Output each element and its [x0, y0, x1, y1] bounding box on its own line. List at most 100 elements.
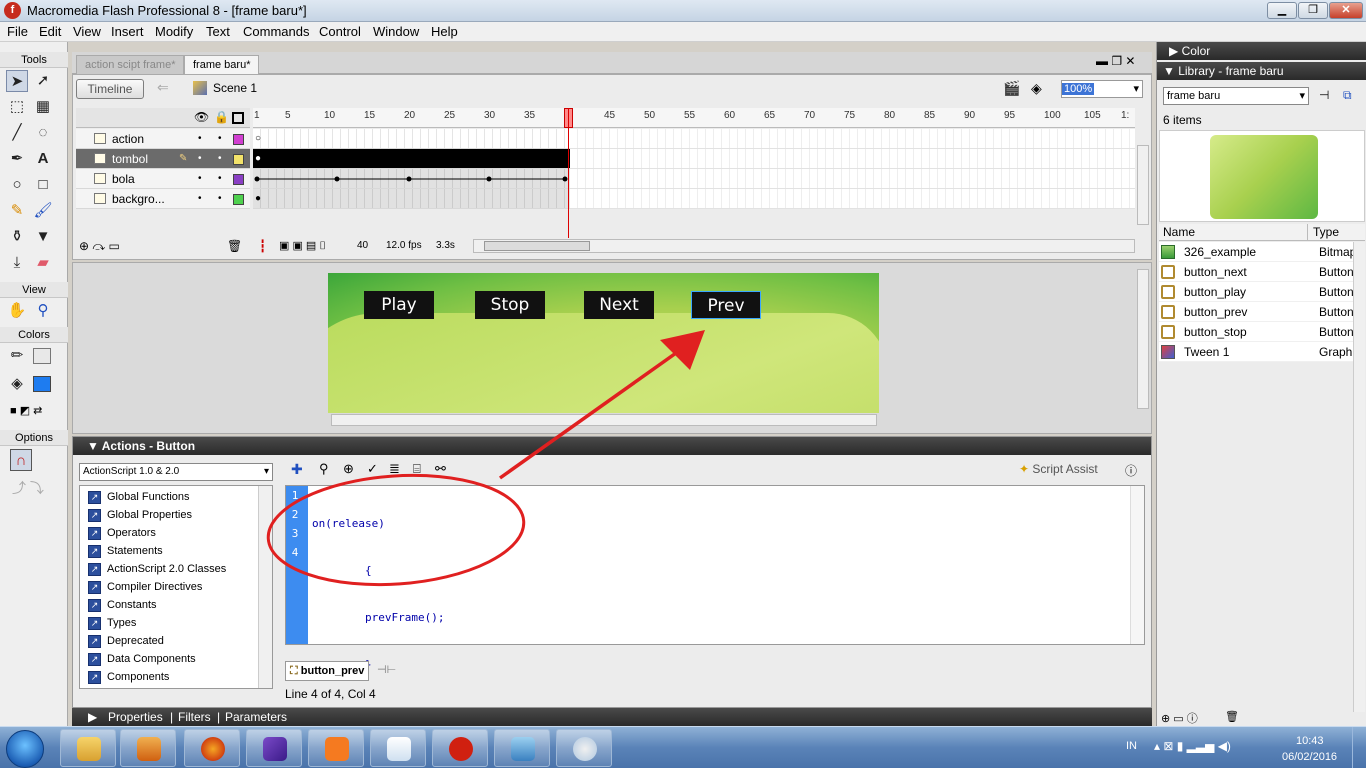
frames-action[interactable]: ○ — [253, 129, 570, 149]
frames-empty[interactable] — [570, 149, 1135, 169]
library-item[interactable]: button_stop Button — [1159, 322, 1355, 342]
visibility-dot[interactable]: • — [198, 169, 202, 189]
stage-canvas[interactable]: Play Stop Next Prev — [328, 273, 879, 413]
doc-window-controls[interactable]: ▬ ❐ ✕ — [1096, 54, 1135, 68]
target-path-icon[interactable]: ⊕ — [343, 461, 354, 477]
rectangle-tool-icon[interactable]: □ — [32, 174, 54, 196]
layer-color-swatch[interactable] — [233, 134, 244, 145]
outline-icon[interactable] — [232, 112, 244, 124]
flash-icon[interactable] — [432, 729, 488, 767]
tab-properties[interactable]: Properties — [108, 708, 163, 726]
tab-action-script-frame[interactable]: action scipt frame* — [76, 55, 185, 74]
play-button[interactable]: Play — [364, 291, 434, 319]
eye-icon[interactable]: 👁 — [194, 110, 209, 124]
insert-layer-icons[interactable]: ⊕ ⤼ ▭ — [79, 239, 120, 254]
check-syntax-icon[interactable]: ✓ — [367, 461, 378, 477]
tree-item[interactable]: ↗ ActionScript 2.0 Classes — [88, 560, 226, 578]
layer-tombol[interactable]: tombol ✎ • • — [76, 149, 250, 169]
explorer-icon[interactable] — [60, 729, 116, 767]
tree-item[interactable]: ↗ Compiler Directives — [88, 578, 202, 596]
clock-date[interactable]: 06/02/2016 — [1282, 751, 1337, 763]
stage-hscrollbar[interactable] — [331, 414, 877, 426]
library-scrollbar[interactable] — [1353, 242, 1365, 712]
zoom-select[interactable]: 100% ▾ — [1061, 80, 1143, 98]
zoom-tool-icon[interactable]: ⚲ — [32, 300, 54, 322]
frames-empty[interactable] — [570, 129, 1135, 149]
hand-tool-icon[interactable]: ✋ — [6, 300, 28, 322]
tree-item[interactable]: ↗ Statements — [88, 542, 163, 560]
onion-skin-icons[interactable]: ▣ ▣ ▤ ⌷ — [279, 239, 326, 253]
library-footer-icons[interactable]: ⊕ ▭ ⓘ — [1161, 710, 1198, 726]
expand-triangle-icon[interactable]: ▶ — [88, 708, 97, 726]
tree-item[interactable]: ↗ Global Properties — [88, 506, 192, 524]
script-tab[interactable]: ⛶ button_prev — [285, 661, 370, 681]
menu-modify[interactable]: Modify — [155, 24, 193, 39]
frames-tombol[interactable]: ● — [253, 149, 570, 169]
library-item[interactable]: Tween 1 Graphic — [1159, 342, 1355, 362]
prev-button[interactable]: Prev — [691, 291, 761, 319]
layer-color-swatch[interactable] — [233, 174, 244, 185]
lock-icon[interactable]: 🔒 — [214, 110, 229, 124]
delete-layer-icon[interactable]: 🗑 — [227, 239, 242, 253]
column-type[interactable]: Type — [1313, 224, 1339, 241]
tree-item[interactable]: ↗ Global Functions — [88, 488, 190, 506]
actionscript-version-select[interactable]: ActionScript 1.0 & 2.0 ▾ — [79, 463, 273, 481]
eraser-tool-icon[interactable]: ▰ — [32, 252, 54, 274]
library-item[interactable]: button_play Button — [1159, 282, 1355, 302]
tray-icons[interactable]: ▴ ⊠ ▮ ▂▃▅ ◀) — [1154, 739, 1231, 753]
firefox-icon[interactable] — [184, 729, 240, 767]
tab-parameters[interactable]: Parameters — [225, 708, 287, 726]
eyedropper-tool-icon[interactable]: ⤓ — [6, 252, 28, 274]
auto-format-icon[interactable]: ≣ — [389, 461, 400, 477]
tree-item[interactable]: ↗ Deprecated — [88, 632, 164, 650]
frame-ruler[interactable]: 1 5 10 15 20 25 30 35 45 50 55 60 65 70 … — [253, 108, 1135, 128]
stage-vscrollbar[interactable] — [1137, 269, 1149, 409]
line-tool-icon[interactable]: ╱ — [6, 122, 28, 144]
color-panel-header[interactable]: ▶ Color — [1157, 42, 1366, 60]
frames-empty[interactable] — [570, 189, 1135, 209]
delete-item-icon[interactable]: 🗑 — [1225, 710, 1239, 723]
restore-button[interactable]: ❐ — [1298, 2, 1328, 19]
menu-edit[interactable]: Edit — [39, 24, 61, 39]
new-library-icon[interactable]: ⧉ — [1343, 88, 1352, 103]
add-statement-icon[interactable]: ✚ — [291, 461, 303, 478]
keyframe[interactable]: ● — [255, 193, 261, 204]
menu-view[interactable]: View — [73, 24, 101, 39]
layer-color-swatch[interactable] — [233, 194, 244, 205]
library-document-select[interactable]: frame baru ▾ — [1163, 87, 1309, 105]
lasso-tool-icon[interactable]: ◌ — [32, 122, 54, 144]
visibility-dot[interactable]: • — [198, 129, 202, 149]
clock-time[interactable]: 10:43 — [1296, 735, 1324, 747]
find-icon[interactable]: ⚲ — [319, 461, 329, 477]
show-desktop-button[interactable] — [1352, 727, 1366, 768]
stop-button[interactable]: Stop — [475, 291, 545, 319]
frames-background[interactable]: ● — [253, 189, 570, 209]
center-frame-icon[interactable]: ┇ — [259, 239, 266, 253]
tab-filters[interactable]: Filters — [178, 708, 211, 726]
edit-scene-icon[interactable]: 🎬 — [1003, 80, 1020, 97]
text-tool-icon[interactable]: A — [32, 148, 54, 170]
ink-bottle-tool-icon[interactable]: ⚱ — [6, 226, 28, 248]
tab-frame-baru[interactable]: frame baru* — [184, 55, 260, 74]
menu-control[interactable]: Control — [319, 24, 361, 39]
editor-scrollbar[interactable] — [1130, 486, 1144, 644]
brush-tool-icon[interactable]: 🖌 — [32, 200, 54, 222]
layer-background[interactable]: backgro... • • — [76, 189, 250, 209]
stroke-color-swatch[interactable] — [33, 348, 51, 364]
layer-action[interactable]: action • • — [76, 129, 250, 149]
scroll-thumb[interactable] — [484, 241, 590, 251]
timeline-vscrollbar[interactable] — [1137, 145, 1149, 225]
menu-insert[interactable]: Insert — [111, 24, 144, 39]
frames-bola[interactable] — [253, 169, 570, 189]
color-swap-icons[interactable]: ■ ◩ ⇄ — [10, 404, 60, 417]
debug-options-icon[interactable]: ⚯ — [435, 461, 446, 477]
toolbox-scrollbar[interactable] — [258, 486, 272, 688]
timeline-hscrollbar[interactable] — [473, 239, 1135, 253]
oval-tool-icon[interactable]: ○ — [6, 174, 28, 196]
library-item[interactable]: button_prev Button — [1159, 302, 1355, 322]
lock-dot[interactable]: • — [218, 169, 222, 189]
selection-tool-icon[interactable]: ➤ — [6, 70, 28, 92]
pin-script-icon[interactable]: ⊣⊢ — [377, 663, 396, 676]
lock-dot[interactable]: • — [218, 149, 222, 169]
tree-item[interactable]: ↗ Constants — [88, 596, 157, 614]
